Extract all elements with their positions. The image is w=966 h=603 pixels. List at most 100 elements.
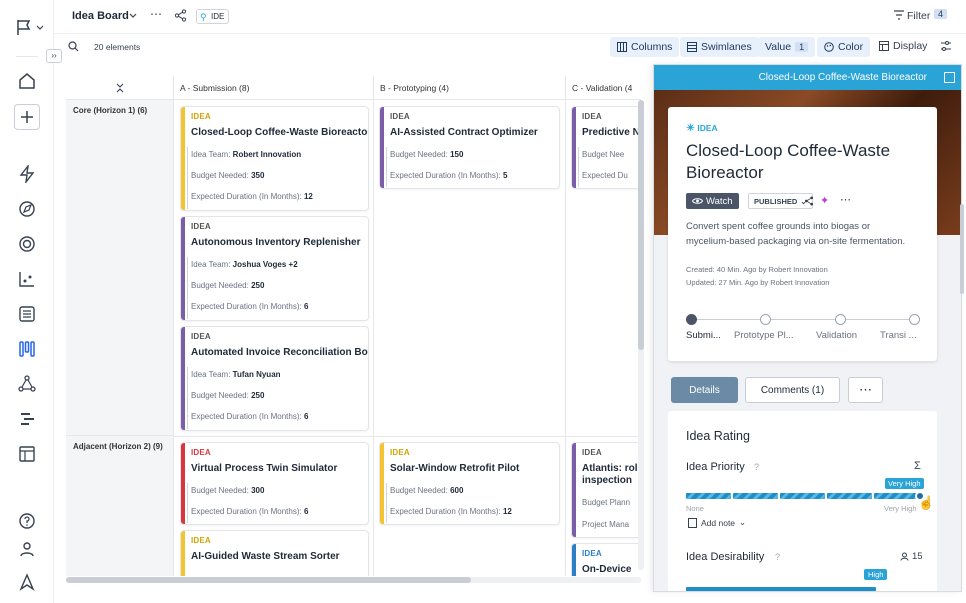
desirability-bar[interactable] (686, 587, 876, 591)
expand-rail-icon[interactable]: ›› (46, 49, 62, 63)
card-type: IDEA (390, 112, 410, 121)
idea-card[interactable]: IDEA Automated Invoice Reconciliation Bo… (180, 326, 369, 431)
field-value: 6 (303, 507, 309, 516)
help-icon[interactable]: ? (754, 462, 759, 472)
color-button[interactable]: Color (817, 37, 871, 57)
display-button[interactable]: Display (879, 40, 927, 52)
help-icon[interactable] (14, 508, 40, 534)
more-tabs-button[interactable]: ⋯ (848, 377, 883, 403)
panel-header: Closed-Loop Coffee-Waste Bioreactor (654, 65, 961, 90)
more-icon[interactable]: ⋯ (150, 7, 162, 21)
settings-sliders-icon[interactable] (940, 41, 952, 51)
column-header-validation[interactable]: C - Validation (4 (566, 76, 641, 100)
card-field-divider (386, 147, 387, 187)
scroll-thumb[interactable] (638, 100, 644, 350)
rating-segment[interactable] (780, 493, 825, 499)
collapse-lanes-icon[interactable] (66, 76, 174, 100)
idea-card[interactable]: IDEA AI-Guided Waste Stream Sorter (180, 530, 369, 576)
rating-segment[interactable] (733, 493, 778, 499)
stage-dot[interactable] (835, 314, 846, 325)
layout-icon[interactable] (14, 441, 40, 467)
idea-card[interactable]: IDEA Autonomous Inventory Replenisher Id… (180, 216, 369, 321)
target-icon[interactable] (14, 231, 40, 257)
stage-dot-current[interactable] (686, 314, 697, 325)
value-button[interactable]: Value 1 (758, 37, 816, 57)
priority-max-label: Very High (884, 504, 917, 513)
desirability-votes[interactable]: 15 (900, 551, 923, 562)
status-dropdown[interactable]: PUBLISHED ⌄ (748, 193, 813, 209)
flag-menu-icon[interactable] (12, 14, 46, 40)
idea-card[interactable]: IDEA Closed-Loop Coffee-Waste Bioreactor… (180, 106, 369, 211)
priority-label: Idea Priority (686, 461, 745, 473)
panel-scrollbar[interactable] (959, 64, 965, 592)
tag-badge[interactable]: ⚲ IDE (196, 9, 230, 24)
swimlane-core[interactable]: Core (Horizon 1) (6) (66, 100, 174, 436)
add-icon[interactable] (14, 104, 40, 130)
filter-label[interactable]: Filter (907, 10, 930, 22)
board-vertical-scrollbar[interactable] (638, 100, 644, 570)
timeline-icon[interactable] (14, 406, 40, 432)
card-title: AI-Guided Waste Stream Sorter (191, 551, 340, 562)
stage-label: Validation (816, 330, 858, 341)
card-type: IDEA (582, 549, 602, 558)
rating-segment[interactable] (874, 493, 919, 499)
idea-card[interactable]: IDEA Solar-Window Retrofit Pilot Budget … (379, 442, 560, 525)
sum-icon[interactable]: Σ (914, 460, 921, 472)
chevron-down-icon[interactable] (128, 8, 138, 22)
bolt-icon[interactable] (14, 161, 40, 187)
display-label: Display (893, 40, 928, 52)
stage-label: Transi ... (880, 330, 917, 341)
scroll-thumb[interactable] (960, 204, 964, 294)
home-icon[interactable] (14, 68, 40, 94)
field-key: Idea Team: (191, 370, 231, 379)
ai-sparkle-icon[interactable]: ✦ (820, 194, 829, 207)
stage-line (692, 319, 918, 320)
user-icon[interactable] (14, 536, 40, 562)
list-icon[interactable] (14, 301, 40, 327)
rating-segment[interactable] (827, 493, 872, 499)
idea-card[interactable]: IDEA Predictive N Budget Nee Expected Du (571, 106, 641, 189)
filter-icon[interactable] (893, 10, 905, 20)
idea-card[interactable]: IDEA Atlantis: rol inspection Budget Pla… (571, 442, 641, 538)
columns-button[interactable]: Columns (610, 37, 680, 57)
compass-icon[interactable] (14, 196, 40, 222)
column-header-submission[interactable]: A - Submission (8) (174, 76, 374, 100)
scroll-thumb[interactable] (66, 577, 471, 583)
board-title[interactable]: Idea Board (72, 10, 129, 22)
idea-card[interactable]: IDEA On-Device (571, 543, 641, 576)
swimlanes-button[interactable]: Swimlanes (680, 37, 759, 57)
field-value: 12 (502, 507, 512, 516)
desirability-label: Idea Desirability (686, 551, 765, 563)
watch-button[interactable]: Watch (686, 193, 739, 209)
add-note-button[interactable]: Add note ⌄ (688, 517, 746, 528)
idea-card[interactable]: IDEA Virtual Process Twin Simulator Budg… (180, 442, 369, 525)
idea-card[interactable]: IDEA AI-Assisted Contract Optimizer Budg… (379, 106, 560, 189)
field-value: Joshua Voges +2 (232, 260, 298, 269)
tab-comments[interactable]: Comments (1) (745, 377, 840, 403)
board-horizontal-scrollbar[interactable] (66, 577, 641, 583)
stage-dot[interactable] (909, 314, 920, 325)
field-value: 6 (303, 302, 309, 311)
column-header-prototyping[interactable]: B - Prototyping (4) (374, 76, 566, 100)
network-icon[interactable] (14, 371, 40, 397)
share-icon[interactable] (174, 9, 187, 22)
search-icon[interactable] (68, 41, 79, 52)
lightbulb-icon: ⚲ (200, 12, 207, 22)
card-field-duration: Expected Duration (In Months): 12 (191, 192, 313, 201)
stage-dot[interactable] (760, 314, 771, 325)
field-value: Robert Innovation (232, 150, 302, 159)
rating-segment[interactable] (686, 493, 731, 499)
card-field-duration: Expected Duration (In Months): 6 (191, 412, 308, 421)
help-icon[interactable]: ? (775, 552, 780, 562)
stage-label: Prototype Pl... (734, 330, 794, 341)
field-value: 350 (251, 171, 265, 180)
field-key: Budget Needed: (191, 391, 249, 400)
more-icon[interactable]: ⋯ (840, 193, 851, 206)
share-icon[interactable] (804, 196, 814, 206)
minimize-icon[interactable] (944, 72, 955, 83)
board-icon[interactable] (14, 336, 40, 362)
chart-icon[interactable] (14, 266, 40, 292)
swimlane-adjacent[interactable]: Adjacent (Horizon 2) (9) (66, 436, 174, 576)
tab-details[interactable]: Details (671, 377, 738, 403)
idea-type: ☀ IDEA (686, 123, 718, 134)
